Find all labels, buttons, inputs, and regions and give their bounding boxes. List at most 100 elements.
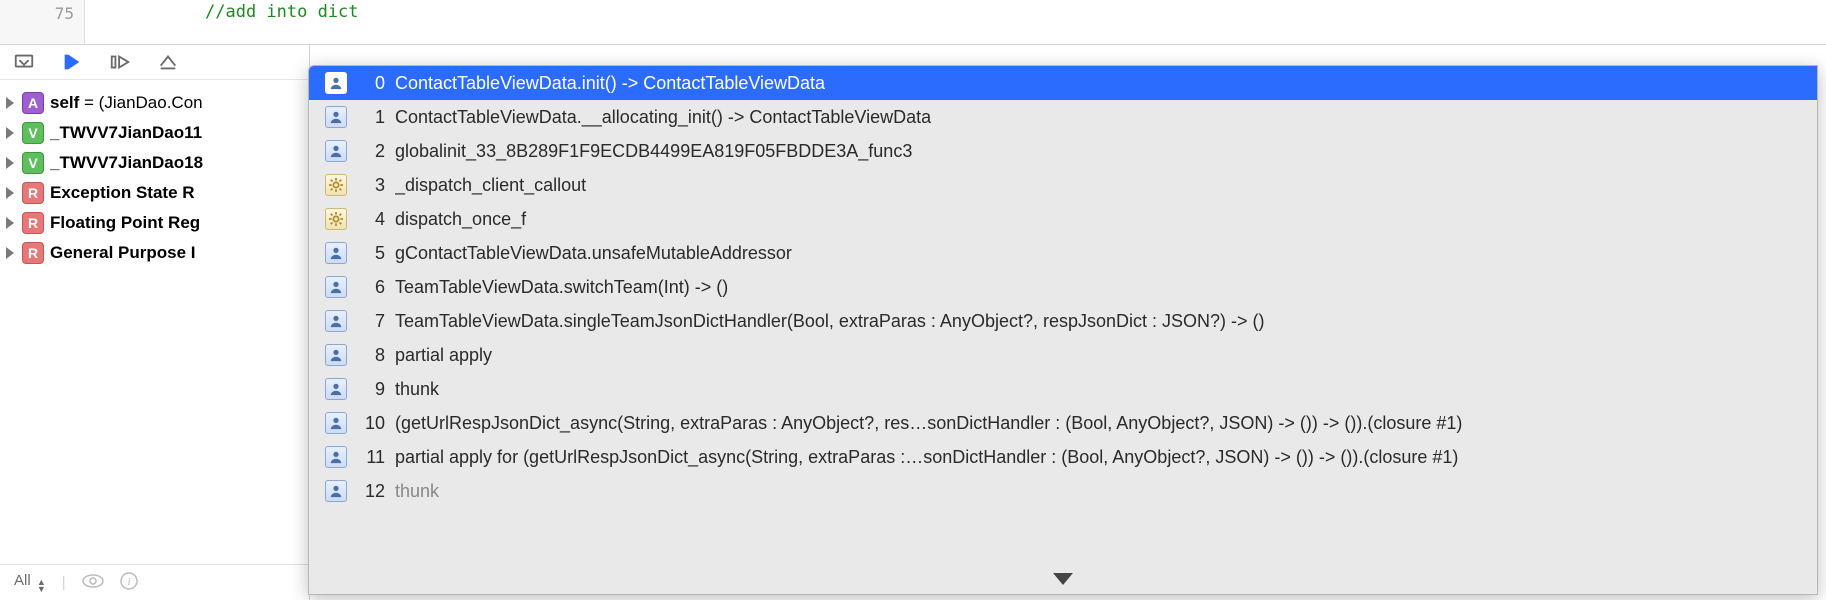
frame-label: globalinit_33_8B289F1F9ECDB4499EA819F05F… — [395, 141, 1817, 162]
frame-label: thunk — [395, 481, 1817, 502]
frame-index: 11 — [357, 447, 385, 468]
filter-scope-dropdown[interactable]: All ▲▼ — [14, 572, 46, 593]
frame-index: 1 — [357, 107, 385, 128]
frame-label: _dispatch_client_callout — [395, 175, 1817, 196]
frame-index: 5 — [357, 243, 385, 264]
user-icon — [325, 310, 347, 332]
frame-index: 9 — [357, 379, 385, 400]
call-stack-footer — [309, 564, 1817, 594]
variable-name: self = (JianDao.Con — [50, 93, 203, 113]
disclosure-triangle-icon[interactable] — [6, 217, 14, 229]
variables-panel: A self = (JianDao.Con V _TWVV7JianDao11 … — [0, 45, 310, 600]
variable-row[interactable]: R General Purpose I — [6, 238, 303, 268]
stack-frame-row[interactable]: 10 (getUrlRespJsonDict_async(String, extr… — [309, 406, 1817, 440]
symbol-badge: A — [22, 92, 44, 114]
call-stack-popup: 0 ContactTableViewData.init() -> ContactT… — [308, 65, 1818, 595]
user-icon — [325, 72, 347, 94]
frame-label: TeamTableViewData.singleTeamJsonDictHand… — [395, 311, 1817, 332]
user-icon — [325, 378, 347, 400]
call-stack-list[interactable]: 0 ContactTableViewData.init() -> ContactT… — [309, 66, 1817, 564]
user-icon — [325, 242, 347, 264]
symbol-badge: R — [22, 212, 44, 234]
frame-label: (getUrlRespJsonDict_async(String, extraP… — [395, 413, 1817, 434]
code-comment: //add into dict — [205, 2, 359, 22]
scroll-down-icon[interactable] — [1053, 573, 1073, 585]
frame-index: 10 — [357, 413, 385, 434]
quicklook-icon[interactable] — [82, 574, 104, 592]
line-number: 75 — [55, 4, 74, 23]
user-icon — [325, 140, 347, 162]
frame-index: 0 — [357, 73, 385, 94]
view-options-dropdown-icon[interactable] — [12, 50, 36, 74]
code-editor-strip: 75 //add into dict — [0, 0, 1826, 45]
frame-index: 3 — [357, 175, 385, 196]
user-icon — [325, 276, 347, 298]
stepper-icon: ▲▼ — [37, 579, 46, 593]
frame-index: 4 — [357, 209, 385, 230]
symbol-badge: R — [22, 182, 44, 204]
stack-frame-row[interactable]: 4 dispatch_once_f — [309, 202, 1817, 236]
variable-name: General Purpose I — [50, 243, 196, 263]
user-icon — [325, 344, 347, 366]
step-out-icon[interactable] — [156, 50, 180, 74]
symbol-badge: R — [22, 242, 44, 264]
gear-icon — [325, 174, 347, 196]
variables-tree[interactable]: A self = (JianDao.Con V _TWVV7JianDao11 … — [0, 80, 309, 564]
frame-index: 8 — [357, 345, 385, 366]
variable-row[interactable]: V _TWVV7JianDao11 — [6, 118, 303, 148]
disclosure-triangle-icon[interactable] — [6, 247, 14, 259]
user-icon — [325, 480, 347, 502]
frame-label: TeamTableViewData.switchTeam(Int) -> () — [395, 277, 1817, 298]
divider: | — [62, 574, 66, 591]
disclosure-triangle-icon[interactable] — [6, 187, 14, 199]
user-icon — [325, 106, 347, 128]
variable-name: Floating Point Reg — [50, 213, 200, 233]
stack-frame-row[interactable]: 2 globalinit_33_8B289F1F9ECDB4499EA819F05… — [309, 134, 1817, 168]
filter-scope-label: All — [14, 572, 31, 589]
disclosure-triangle-icon[interactable] — [6, 97, 14, 109]
disclosure-triangle-icon[interactable] — [6, 157, 14, 169]
gear-icon — [325, 208, 347, 230]
frame-label: gContactTableViewData.unsafeMutableAddre… — [395, 243, 1817, 264]
stack-frame-row[interactable]: 7 TeamTableViewData.singleTeamJsonDictHan… — [309, 304, 1817, 338]
stack-frame-row[interactable]: 0 ContactTableViewData.init() -> ContactT… — [309, 66, 1817, 100]
symbol-badge: V — [22, 122, 44, 144]
variable-row[interactable]: A self = (JianDao.Con — [6, 88, 303, 118]
step-over-icon[interactable] — [108, 50, 132, 74]
svg-text:i: i — [127, 576, 130, 588]
frame-label: partial apply — [395, 345, 1817, 366]
variable-name: _TWVV7JianDao11 — [50, 123, 202, 143]
frame-label: partial apply for (getUrlRespJsonDict_as… — [395, 447, 1817, 468]
line-gutter: 75 — [0, 0, 85, 44]
frame-label: ContactTableViewData.init() -> ContactTa… — [395, 73, 1817, 94]
variable-name: Exception State R — [50, 183, 195, 203]
variable-row[interactable]: R Floating Point Reg — [6, 208, 303, 238]
variables-footer: All ▲▼ | i — [0, 564, 309, 600]
stack-frame-row[interactable]: 12 thunk — [309, 474, 1817, 508]
variable-name: _TWVV7JianDao18 — [50, 153, 203, 173]
stack-frame-row[interactable]: 3 _dispatch_client_callout — [309, 168, 1817, 202]
stack-frame-row[interactable]: 5 gContactTableViewData.unsafeMutableAddr… — [309, 236, 1817, 270]
stack-frame-row[interactable]: 9 thunk — [309, 372, 1817, 406]
variables-toolbar — [0, 45, 309, 80]
stack-frame-row[interactable]: 1 ContactTableViewData.__allocating_init(… — [309, 100, 1817, 134]
frame-label: thunk — [395, 379, 1817, 400]
frame-index: 7 — [357, 311, 385, 332]
disclosure-triangle-icon[interactable] — [6, 127, 14, 139]
info-icon[interactable]: i — [120, 572, 138, 594]
variable-row[interactable]: R Exception State R — [6, 178, 303, 208]
frame-label: dispatch_once_f — [395, 209, 1817, 230]
symbol-badge: V — [22, 152, 44, 174]
stack-frame-row[interactable]: 11 partial apply for (getUrlRespJsonDict_… — [309, 440, 1817, 474]
continue-icon[interactable] — [60, 50, 84, 74]
frame-index: 6 — [357, 277, 385, 298]
stack-frame-row[interactable]: 8 partial apply — [309, 338, 1817, 372]
user-icon — [325, 446, 347, 468]
frame-index: 2 — [357, 141, 385, 162]
variable-row[interactable]: V _TWVV7JianDao18 — [6, 148, 303, 178]
frame-index: 12 — [357, 481, 385, 502]
user-icon — [325, 412, 347, 434]
code-line[interactable]: //add into dict — [85, 0, 1826, 44]
stack-frame-row[interactable]: 6 TeamTableViewData.switchTeam(Int) -> () — [309, 270, 1817, 304]
frame-label: ContactTableViewData.__allocating_init()… — [395, 107, 1817, 128]
